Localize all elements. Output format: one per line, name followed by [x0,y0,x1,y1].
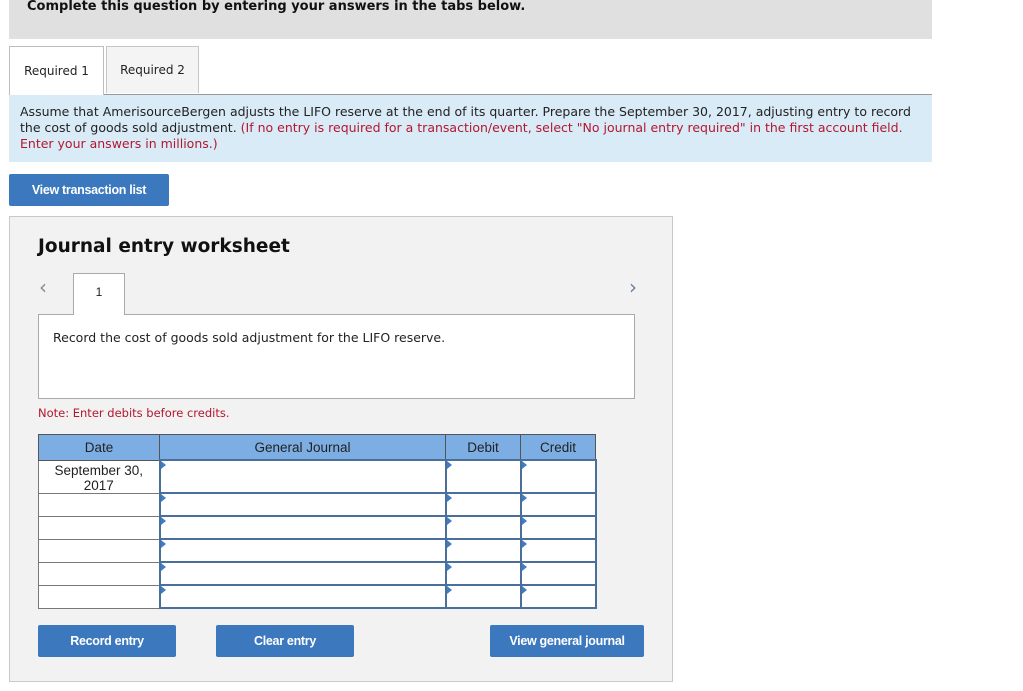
input-marker-icon [521,563,527,571]
question-tabs: Required 1 Required 2 [9,46,932,95]
table-row [38,561,597,586]
entry-description-text: Record the cost of goods sold adjustment… [53,330,446,345]
entry-description: Record the cost of goods sold adjustment… [38,314,635,399]
credit-input[interactable] [519,515,597,540]
date-cell [38,538,160,563]
input-marker-icon [446,563,452,571]
input-marker-icon [521,461,527,469]
tab-required-1[interactable]: Required 1 [9,46,104,95]
credit-input[interactable] [519,492,597,517]
account-select[interactable] [158,538,447,563]
clear-entry-button[interactable]: Clear entry [216,625,354,657]
date-cell: September 30, 2017 [38,459,160,494]
dropdown-marker-icon [160,563,166,571]
account-select[interactable] [158,515,447,540]
step-tab-1[interactable]: 1 [73,273,125,315]
debit-input[interactable] [444,459,522,494]
date-cell [38,515,160,540]
date-cell [38,492,160,517]
debit-input[interactable] [444,538,522,563]
view-transaction-list-button[interactable]: View transaction list [9,174,169,206]
journal-table: Date General Journal Debit Credit Septem… [38,434,597,609]
credit-input[interactable] [519,459,597,494]
account-select[interactable] [158,584,447,609]
question-instructions: Assume that AmerisourceBergen adjusts th… [9,95,932,162]
account-select[interactable] [158,492,447,517]
input-marker-icon [521,586,527,594]
worksheet-title: Journal entry worksheet [38,236,290,257]
table-row [38,538,597,563]
dropdown-marker-icon [160,517,166,525]
date-cell [38,561,160,586]
debit-input[interactable] [444,584,522,609]
input-marker-icon [521,517,527,525]
chevron-right-icon[interactable]: › [629,275,637,299]
credit-input[interactable] [519,561,597,586]
dropdown-marker-icon [160,494,166,502]
account-select[interactable] [158,561,447,586]
input-marker-icon [446,494,452,502]
table-row [38,584,597,609]
column-header-credit: Credit [520,434,596,461]
credit-input[interactable] [519,584,597,609]
table-row [38,515,597,540]
banner-text: Complete this question by entering your … [27,0,526,14]
account-select[interactable] [158,459,447,494]
journal-entry-worksheet: Journal entry worksheet ‹ › 1 Record the… [9,216,673,682]
debits-credits-note: Note: Enter debits before credits. [38,406,230,420]
column-header-general-journal: General Journal [159,434,446,461]
input-marker-icon [521,494,527,502]
tab-required-2[interactable]: Required 2 [106,46,199,93]
record-entry-button[interactable]: Record entry [38,625,176,657]
input-marker-icon [446,517,452,525]
input-marker-icon [446,540,452,548]
input-marker-icon [446,586,452,594]
dropdown-marker-icon [160,586,166,594]
date-cell [38,584,160,609]
input-marker-icon [521,540,527,548]
chevron-left-icon[interactable]: ‹ [39,275,47,299]
table-row [38,492,597,517]
credit-input[interactable] [519,538,597,563]
dropdown-marker-icon [160,540,166,548]
debit-input[interactable] [444,561,522,586]
instructions-banner: Complete this question by entering your … [9,0,932,39]
debit-input[interactable] [444,515,522,540]
column-header-date: Date [38,434,160,461]
input-marker-icon [446,461,452,469]
table-row: September 30, 2017 [38,459,597,494]
dropdown-marker-icon [160,461,166,469]
view-general-journal-button[interactable]: View general journal [490,625,644,657]
debit-input[interactable] [444,492,522,517]
column-header-debit: Debit [445,434,521,461]
